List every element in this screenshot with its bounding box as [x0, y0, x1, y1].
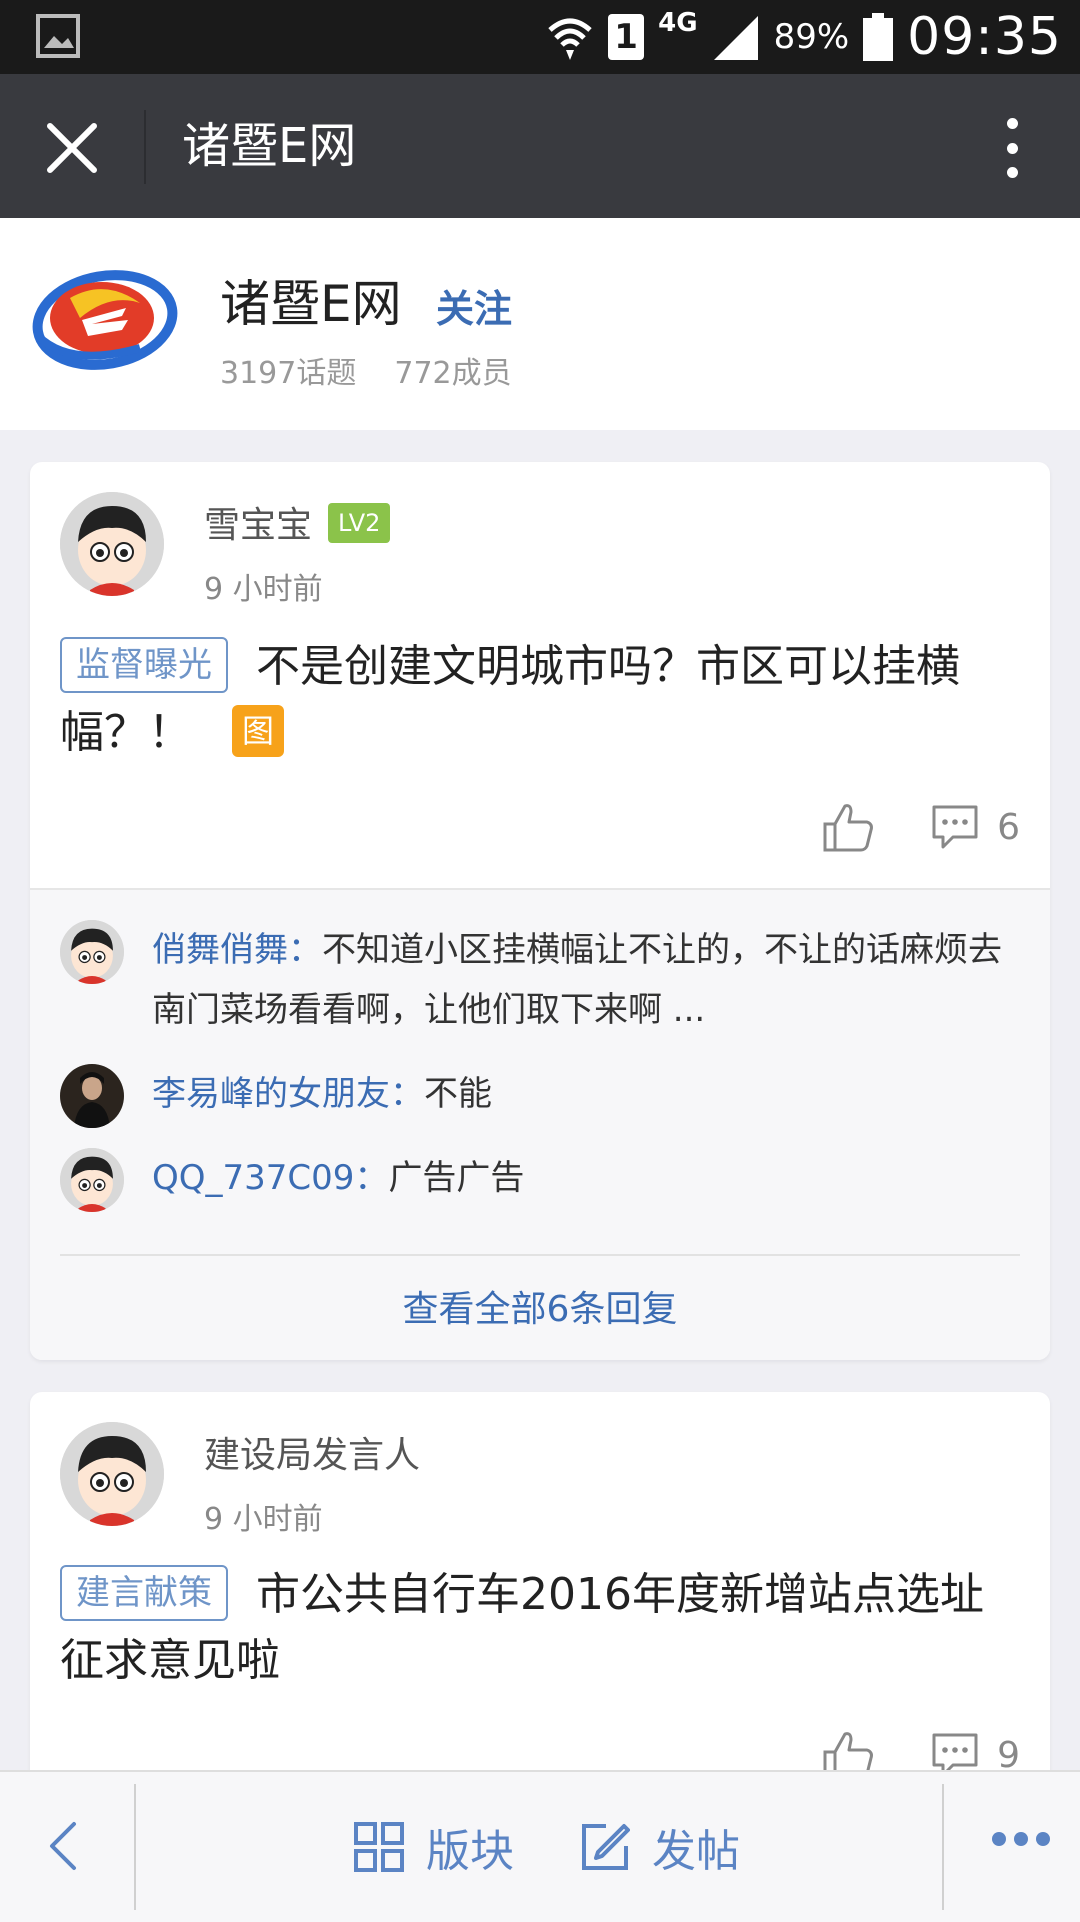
close-icon[interactable]: [44, 120, 100, 176]
post-author[interactable]: 雪宝宝 LV2: [204, 496, 391, 548]
cartoon-avatar-icon: [60, 1422, 164, 1526]
post-actions: 6: [821, 800, 1020, 854]
dot: [1036, 1832, 1050, 1846]
photo-avatar-icon: [60, 1064, 124, 1128]
post-label: 发帖: [652, 1826, 740, 1877]
title-divider: [144, 110, 146, 184]
cartoon-avatar-icon: [60, 920, 124, 984]
like-icon[interactable]: [821, 800, 875, 854]
reply-author[interactable]: QQ_737C09：: [152, 1158, 388, 1198]
post-author[interactable]: 建设局发言人: [204, 1426, 420, 1478]
dot: [1014, 1832, 1028, 1846]
post-category-tag[interactable]: 监督曝光: [60, 637, 228, 693]
edit-icon: [582, 1824, 630, 1870]
reply-text: 李易峰的女朋友：不能: [152, 1064, 1020, 1124]
reply-author[interactable]: 李易峰的女朋友：: [152, 1074, 424, 1114]
bottom-toolbar: 版块 发帖: [0, 1770, 1080, 1922]
signal-icon: [713, 16, 758, 60]
avatar[interactable]: [60, 1422, 164, 1526]
reply-content: 不能: [424, 1074, 492, 1114]
post-card[interactable]: 雪宝宝 LV2 9 小时前 监督曝光 不是创建文明城市吗？市区可以挂横幅？！图 6: [30, 462, 1050, 1360]
battery-percent: 89%: [773, 17, 850, 57]
more-options-button[interactable]: [992, 1832, 1050, 1846]
member-count: 772成员: [394, 356, 512, 391]
reply-list: 俏舞俏舞：不知道小区挂横幅让不让的，不让的话麻烦去南门菜场看看啊，让他们取下来啊…: [30, 888, 1050, 1360]
status-bar: 1 4G 89% 09:35: [0, 0, 1080, 74]
post-time: 9 小时前: [204, 572, 323, 607]
reply-text: 俏舞俏舞：不知道小区挂横幅让不让的，不让的话麻烦去南门菜场看看啊，让他们取下来啊…: [152, 920, 1020, 1040]
wifi-icon: [548, 18, 592, 60]
clock: 09:35: [907, 7, 1062, 67]
cartoon-avatar-icon: [60, 1148, 124, 1212]
comment-button[interactable]: 6: [931, 803, 1020, 851]
reply-content: 广告广告: [388, 1158, 525, 1198]
dot: [992, 1832, 1006, 1846]
dot: [1006, 142, 1018, 154]
sim-indicator: 1: [608, 14, 645, 60]
reply-text: QQ_737C09：广告广告: [152, 1148, 1020, 1208]
gallery-notification-icon: [36, 14, 80, 58]
follow-button[interactable]: 关注: [436, 278, 512, 333]
reply-author[interactable]: 俏舞俏舞：: [152, 930, 322, 970]
cartoon-avatar-icon: [60, 492, 164, 596]
dot: [1006, 118, 1018, 129]
blocks-button[interactable]: 版块: [354, 1772, 514, 1922]
avatar[interactable]: [60, 1064, 124, 1128]
status-indicators: 1 4G 89% 09:35: [546, 0, 1062, 74]
dot: [1006, 167, 1018, 178]
battery-icon: [863, 13, 894, 61]
comment-count: 6: [997, 806, 1020, 848]
blocks-label: 版块: [426, 1826, 514, 1877]
divider: [60, 1254, 1020, 1256]
group-logo: [32, 270, 178, 370]
network-type: 4G: [658, 8, 698, 38]
avatar[interactable]: [60, 492, 164, 596]
view-all-replies-link[interactable]: 查看全部6条回复: [30, 1274, 1050, 1346]
divider: [134, 1784, 136, 1910]
divider: [942, 1784, 944, 1910]
level-badge: LV2: [328, 503, 391, 543]
back-icon[interactable]: [40, 1816, 90, 1876]
topic-count: 3197话题: [220, 356, 357, 391]
post-time: 9 小时前: [204, 1502, 323, 1537]
page-title: 诸暨E网: [182, 118, 357, 174]
group-header: 诸暨E网 关注 3197话题 772成员: [0, 218, 1080, 430]
group-stats: 3197话题 772成员: [220, 348, 512, 392]
author-name[interactable]: 建设局发言人: [204, 1435, 420, 1476]
grid-icon: [354, 1822, 404, 1872]
title-bar: 诸暨E网: [0, 74, 1080, 218]
post-title[interactable]: 建言献策 市公共自行车2016年度新增站点选址征求意见啦: [60, 1562, 1020, 1694]
group-name: 诸暨E网: [220, 275, 402, 333]
avatar[interactable]: [60, 920, 124, 984]
comment-icon: [932, 805, 978, 849]
post-title[interactable]: 监督曝光 不是创建文明城市吗？市区可以挂横幅？！图: [60, 634, 1020, 766]
new-post-button[interactable]: 发帖: [580, 1772, 740, 1922]
avatar[interactable]: [60, 1148, 124, 1212]
author-name[interactable]: 雪宝宝: [204, 505, 312, 546]
post-card[interactable]: 建设局发言人 9 小时前 建言献策 市公共自行车2016年度新增站点选址征求意见啦…: [30, 1392, 1050, 1812]
image-badge: 图: [232, 705, 284, 757]
post-category-tag[interactable]: 建言献策: [60, 1565, 228, 1621]
more-menu-button[interactable]: [992, 118, 1032, 178]
